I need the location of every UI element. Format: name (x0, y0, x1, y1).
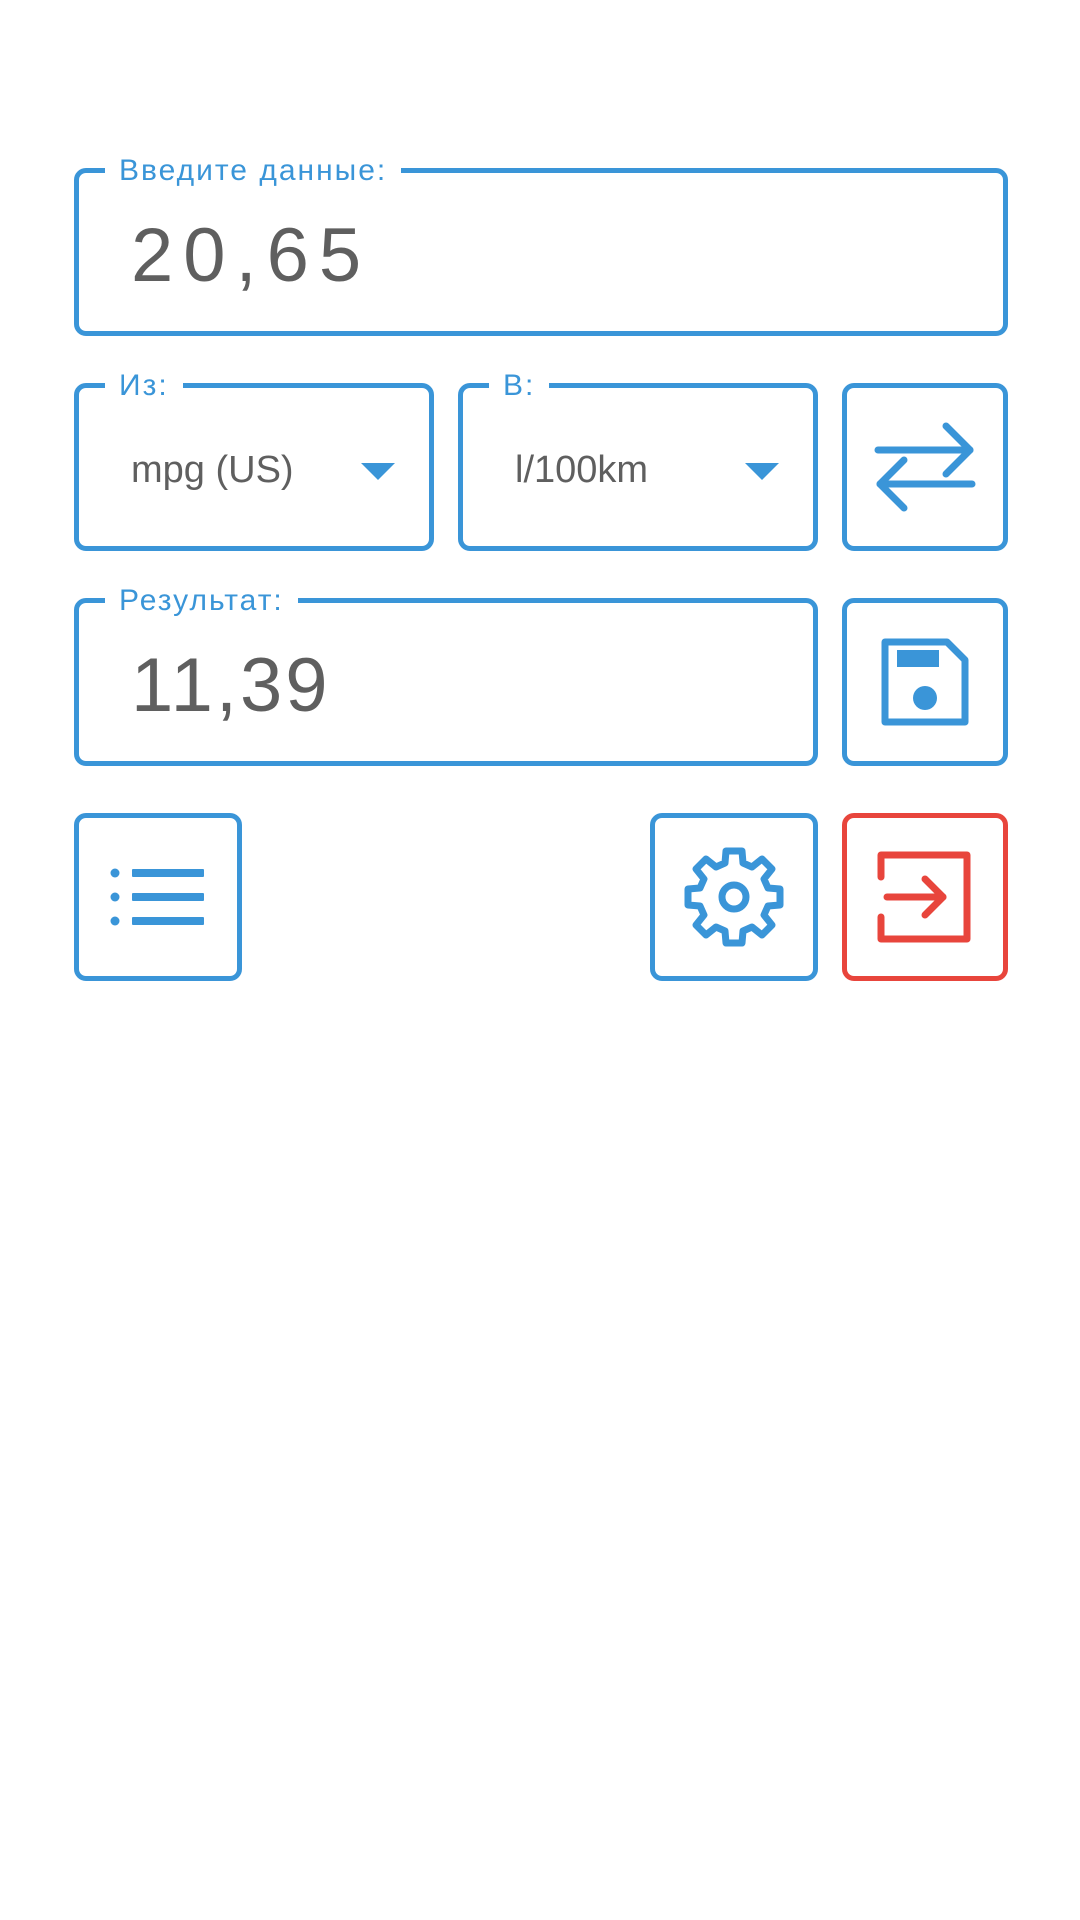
to-unit-value: l/100km (515, 449, 649, 491)
save-button[interactable] (842, 598, 1008, 766)
settings-button[interactable] (650, 813, 818, 981)
to-unit-label: В: (489, 366, 550, 406)
result-value: 11,39 (131, 643, 331, 728)
to-unit-select[interactable]: В: l/100km (458, 366, 818, 551)
result-label: Результат: (105, 581, 298, 621)
history-button[interactable] (74, 813, 242, 981)
result-field: Результат: 11,39 (74, 581, 818, 766)
chevron-down-icon (745, 463, 779, 480)
chevron-down-icon (361, 463, 395, 480)
input-value[interactable]: 20,65 (131, 211, 371, 301)
exit-button[interactable] (842, 813, 1008, 981)
from-unit-select[interactable]: Из: mpg (US) (74, 366, 434, 551)
input-field[interactable]: Введите данные: 20,65 (74, 151, 1008, 336)
from-unit-label: Из: (105, 366, 183, 406)
input-label: Введите данные: (105, 151, 402, 191)
from-unit-value: mpg (US) (131, 449, 294, 491)
swap-units-button[interactable] (842, 383, 1008, 551)
